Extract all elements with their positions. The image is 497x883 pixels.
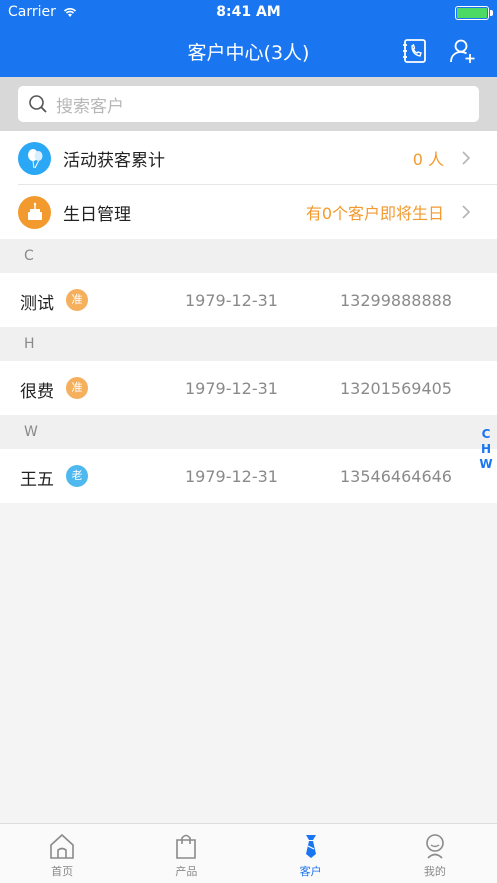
battery-icon [455, 6, 493, 20]
search-icon [29, 95, 47, 113]
tab-bar: 首页 产品 客户 我的 [0, 823, 497, 883]
balloon-icon [18, 141, 51, 175]
home-icon [50, 833, 74, 859]
search-placeholder: 搜索客户 [56, 96, 124, 117]
tab-home[interactable]: 首页 [0, 824, 124, 883]
contact-name: 很费 [20, 382, 54, 402]
activity-customers-label: 活动获客累计 [63, 150, 165, 171]
tab-label: 首页 [51, 865, 74, 878]
index-letter-h[interactable]: H [481, 442, 491, 457]
chevron-right-icon [462, 151, 471, 165]
profile-icon [426, 834, 444, 859]
add-user-icon[interactable] [449, 37, 477, 65]
tab-products[interactable]: 产品 [124, 824, 248, 883]
tab-label: 产品 [175, 865, 198, 878]
alphabet-index[interactable]: C H W [479, 427, 493, 472]
contact-name: 王五 [20, 470, 54, 490]
tie-icon [305, 835, 316, 858]
customer-type-badge: 准 [66, 377, 88, 399]
section-header-h: H [0, 327, 497, 361]
index-letter-w[interactable]: W [479, 457, 492, 472]
contact-name: 测试 [20, 294, 54, 314]
birthday-management-row[interactable]: 生日管理 有0个客户即将生日 [0, 185, 497, 239]
customer-type-badge: 准 [66, 289, 88, 311]
tab-customers[interactable]: 客户 [249, 824, 373, 883]
status-bar: Carrier 8:41 AM [0, 0, 497, 26]
cake-icon [18, 195, 51, 229]
search-input[interactable]: 搜索客户 [18, 86, 479, 122]
index-letter-c[interactable]: C [482, 427, 491, 442]
tab-label: 客户 [299, 865, 322, 878]
activity-customers-row[interactable]: 活动获客累计 0 人 [0, 131, 497, 185]
birthday-count: 有0个客户即将生日 [305, 204, 444, 223]
activity-customers-count: 0 人 [412, 150, 444, 169]
section-header-c: C [0, 239, 497, 273]
contact-birthday: 1979-12-31 [185, 291, 278, 310]
contact-phone: 13201569405 [340, 379, 452, 398]
status-time: 8:41 AM [216, 4, 281, 20]
phone-book-icon[interactable] [401, 37, 429, 65]
contact-row[interactable]: 很费 准 1979-12-31 13201569405 [0, 361, 497, 415]
tab-label: 我的 [423, 865, 446, 878]
birthday-management-label: 生日管理 [63, 204, 131, 225]
top-bar: Carrier 8:41 AM 客户中心(3人) [0, 0, 497, 77]
tab-mine[interactable]: 我的 [373, 824, 497, 883]
chevron-right-icon [462, 205, 471, 219]
contact-phone: 13299888888 [340, 291, 452, 310]
customer-type-badge: 老 [66, 465, 88, 487]
contact-row[interactable]: 测试 准 1979-12-31 13299888888 [0, 273, 497, 327]
contact-phone: 13546464646 [340, 467, 452, 486]
contact-row[interactable]: 王五 老 1979-12-31 13546464646 [0, 449, 497, 503]
search-area: 搜索客户 [0, 77, 497, 131]
contact-birthday: 1979-12-31 [185, 467, 278, 486]
contact-birthday: 1979-12-31 [185, 379, 278, 398]
section-header-w: W [0, 415, 497, 449]
bag-icon [176, 834, 197, 859]
